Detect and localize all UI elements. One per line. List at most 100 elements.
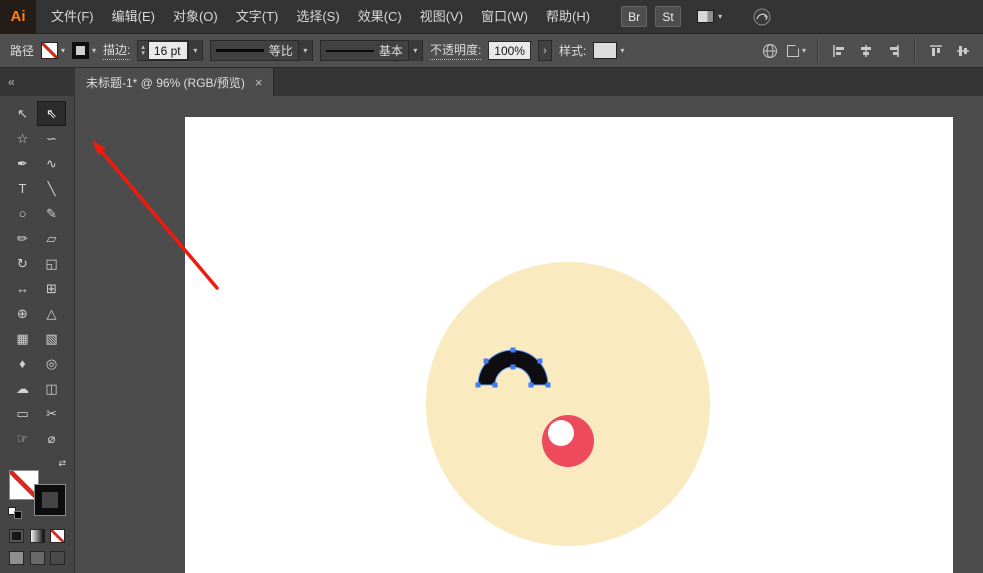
curvature-tool[interactable]: ∿	[37, 151, 66, 176]
selection-handle[interactable]	[538, 359, 543, 364]
eyedropper-tool[interactable]: ♦	[8, 351, 37, 376]
brush-definition-dropdown[interactable]: 基本 ▾	[320, 40, 423, 61]
lasso-tool[interactable]: ∽	[37, 126, 66, 151]
menu-view[interactable]: 视图(V)	[411, 0, 472, 34]
line-segment-tool[interactable]: ╲	[37, 176, 66, 201]
stock-button[interactable]: St	[655, 6, 681, 27]
color-button[interactable]	[9, 529, 24, 543]
align-left-icon[interactable]	[829, 40, 849, 62]
blend-tool[interactable]: ◎	[37, 351, 66, 376]
eraser-tool[interactable]: ▱	[37, 226, 66, 251]
zoom-tool[interactable]: ⌀	[37, 426, 66, 451]
gradient-tool[interactable]: ▧	[37, 326, 66, 351]
menu-edit[interactable]: 编辑(E)	[103, 0, 164, 34]
shape-builder-tool[interactable]: ⊕	[8, 301, 37, 326]
chevron-down-icon: ▾	[92, 46, 96, 55]
selection-handle[interactable]	[511, 348, 516, 353]
opacity-label[interactable]: 不透明度:	[430, 41, 481, 60]
pen-tool[interactable]: ✒	[8, 151, 37, 176]
globe-icon[interactable]	[760, 40, 780, 62]
symbol-sprayer-tool[interactable]: ☁	[8, 376, 37, 401]
selection-handle[interactable]	[546, 383, 551, 388]
swap-fill-stroke-icon[interactable]: ⇄	[58, 458, 66, 469]
rotate-tool[interactable]: ↻	[8, 251, 37, 276]
stroke-weight-label[interactable]: 描边:	[103, 41, 130, 60]
canvas-area[interactable]	[75, 96, 983, 573]
free-transform-tool[interactable]: ⊞	[37, 276, 66, 301]
donut-hole-shape[interactable]	[548, 420, 574, 446]
width-profile-dropdown[interactable]: 等比 ▾	[210, 40, 313, 61]
align-top-icon[interactable]	[926, 40, 946, 62]
tab-strip: « 未标题-1* @ 96% (RGB/预览) ×	[0, 68, 983, 96]
tab-close-icon[interactable]: ×	[255, 75, 263, 90]
menu-file[interactable]: 文件(F)	[42, 0, 103, 34]
workspace-switcher[interactable]: ▾	[697, 10, 722, 23]
menu-type[interactable]: 文字(T)	[227, 0, 288, 34]
selection-handle[interactable]	[484, 359, 489, 364]
bridge-button[interactable]: Br	[621, 6, 647, 27]
paintbrush-tool[interactable]: ✎	[37, 201, 66, 226]
pencil-tool[interactable]: ✏	[8, 226, 37, 251]
collapse-panels-icon[interactable]: «	[0, 68, 75, 96]
document-icon	[787, 45, 799, 57]
document-tab[interactable]: 未标题-1* @ 96% (RGB/预览) ×	[75, 68, 274, 96]
tab-title: 未标题-1* @ 96% (RGB/预览)	[86, 74, 245, 91]
perspective-grid-tool[interactable]: △	[37, 301, 66, 326]
big-circle-shape[interactable]	[426, 262, 710, 546]
menu-object[interactable]: 对象(O)	[164, 0, 227, 34]
stroke-weight-stepper[interactable]: ▴▾ 16 pt ▾	[137, 40, 203, 61]
selection-handle[interactable]	[476, 383, 481, 388]
selection-handle[interactable]	[493, 383, 498, 388]
stepper-arrows-icon[interactable]: ▴▾	[138, 45, 148, 57]
divider	[817, 39, 818, 63]
menu-list: 文件(F) 编辑(E) 对象(O) 文字(T) 选择(S) 效果(C) 视图(V…	[42, 0, 599, 34]
slice-tool[interactable]: ✂	[37, 401, 66, 426]
fill-color-control[interactable]: ▾	[41, 42, 65, 59]
menubar: Ai 文件(F) 编辑(E) 对象(O) 文字(T) 选择(S) 效果(C) 视…	[0, 0, 983, 34]
opacity-expand-button[interactable]: ›	[538, 40, 552, 61]
opacity-value-field[interactable]: 100%	[488, 41, 531, 60]
chevron-down-icon: ▾	[620, 46, 624, 55]
chevron-down-icon: ▾	[61, 46, 65, 55]
selection-tool[interactable]: ↖	[8, 101, 37, 126]
default-fill-stroke-icon[interactable]	[8, 507, 22, 519]
workspace-icon	[697, 10, 714, 23]
align-horizontal-center-icon[interactable]	[856, 40, 876, 62]
brush-definition-value: 基本	[379, 42, 403, 59]
stroke-weight-value[interactable]: 16 pt	[148, 41, 188, 60]
style-swatch-control[interactable]: ▾	[593, 42, 624, 59]
divider	[914, 39, 915, 63]
align-vertical-center-icon[interactable]	[953, 40, 973, 62]
artboard-tool[interactable]: ▭	[8, 401, 37, 426]
selection-handle[interactable]	[529, 383, 534, 388]
selection-handle[interactable]	[511, 365, 516, 370]
direct-selection-tool[interactable]: ⇖	[37, 101, 66, 126]
app-logo[interactable]: Ai	[0, 0, 36, 34]
color-mode-row	[9, 529, 65, 543]
draw-inside-button[interactable]	[50, 551, 65, 565]
stroke-color-control[interactable]: ▾	[72, 42, 96, 59]
document-setup-button[interactable]: ▾	[787, 45, 806, 57]
menu-window[interactable]: 窗口(W)	[472, 0, 537, 34]
stroke-swatch[interactable]	[35, 485, 65, 515]
sync-icon[interactable]	[752, 7, 772, 27]
width-tool[interactable]: ↔	[8, 276, 37, 301]
none-button[interactable]	[50, 529, 65, 543]
menu-help[interactable]: 帮助(H)	[537, 0, 599, 34]
menu-effect[interactable]: 效果(C)	[349, 0, 411, 34]
menu-select[interactable]: 选择(S)	[287, 0, 348, 34]
align-right-icon[interactable]	[883, 40, 903, 62]
magic-wand-tool[interactable]: ☆	[8, 126, 37, 151]
hand-tool[interactable]: ☞	[8, 426, 37, 451]
gradient-button[interactable]	[30, 529, 45, 543]
scale-tool[interactable]: ◱	[37, 251, 66, 276]
column-graph-tool[interactable]: ◫	[37, 376, 66, 401]
draw-normal-button[interactable]	[9, 551, 24, 565]
mesh-tool[interactable]: ▦	[8, 326, 37, 351]
draw-behind-button[interactable]	[30, 551, 45, 565]
ellipse-tool[interactable]: ○	[8, 201, 37, 226]
type-tool[interactable]: T	[8, 176, 37, 201]
chevron-down-icon[interactable]: ▾	[188, 40, 202, 61]
selection-type-label: 路径	[10, 42, 34, 59]
style-swatch	[593, 42, 617, 59]
